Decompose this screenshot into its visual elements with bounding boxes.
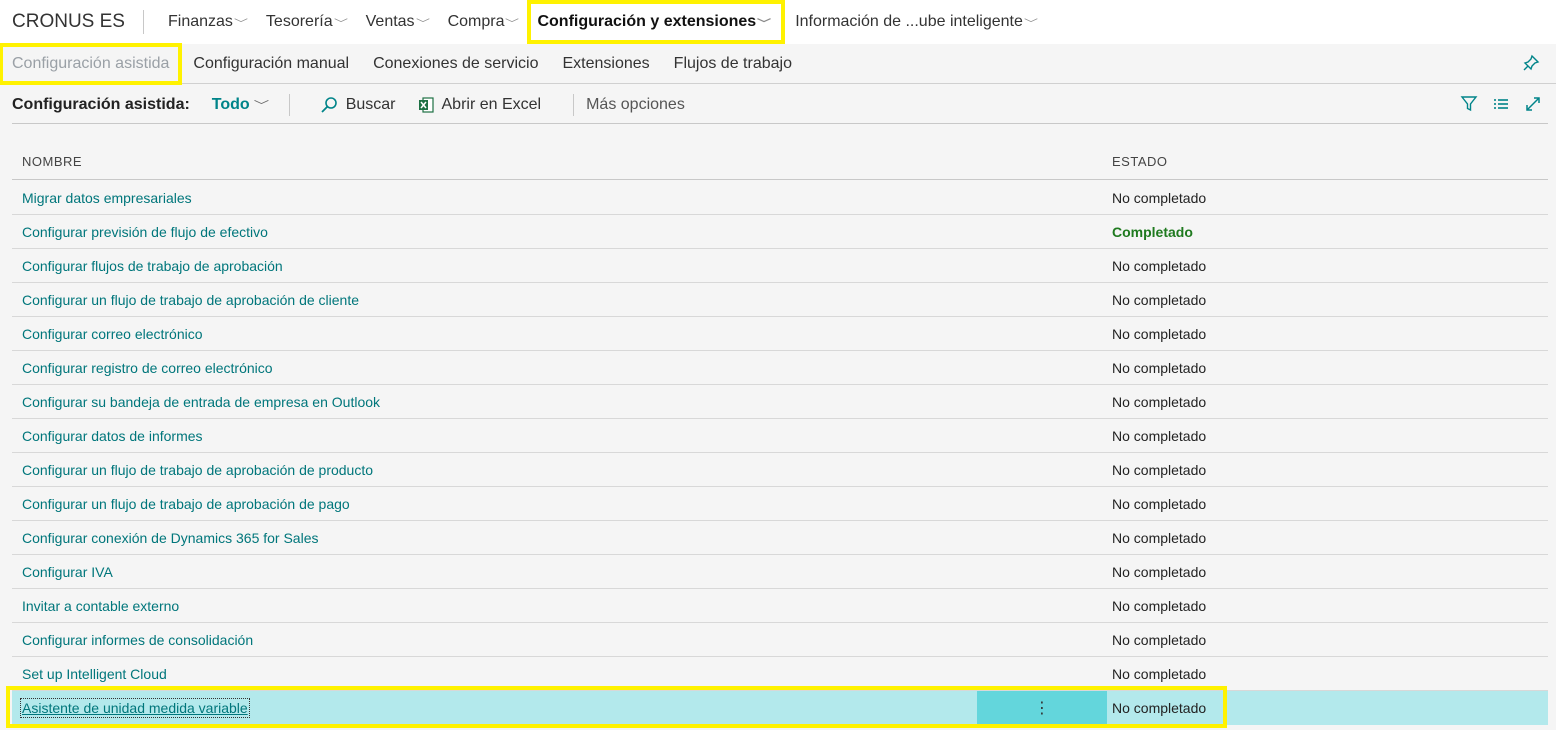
row-status: No completado bbox=[1112, 632, 1207, 648]
divider bbox=[573, 93, 575, 116]
filter-icon[interactable] bbox=[1460, 95, 1478, 113]
row-status: No completado bbox=[1112, 258, 1207, 274]
column-header-status[interactable]: ESTADO bbox=[1112, 154, 1168, 169]
table-row[interactable]: Configurar informes de consolidación No … bbox=[12, 623, 1548, 657]
row-status: No completado bbox=[1112, 598, 1207, 614]
row-status: No completado bbox=[1112, 428, 1207, 444]
table-row[interactable]: Migrar datos empresariales No completado bbox=[12, 181, 1548, 215]
row-name-link[interactable]: Configurar informes de consolidación bbox=[22, 632, 253, 648]
search-button[interactable]: Buscar bbox=[320, 96, 396, 114]
table-row[interactable]: Configurar registro de correo electrónic… bbox=[12, 351, 1548, 385]
table-row[interactable]: Configurar su bandeja de entrada de empr… bbox=[12, 385, 1548, 419]
open-in-excel-button[interactable]: Abrir en Excel bbox=[418, 95, 542, 114]
row-status: Completado bbox=[1112, 224, 1193, 240]
nav-item-informacion-nube[interactable]: Información de ...ube inteligente ﹀ bbox=[785, 0, 1046, 44]
row-name-link[interactable]: Configurar registro de correo electrónic… bbox=[22, 360, 273, 376]
table-row[interactable]: Configurar un flujo de trabajo de aproba… bbox=[12, 453, 1548, 487]
row-status: No completado bbox=[1112, 700, 1207, 716]
row-name-link[interactable]: Configurar un flujo de trabajo de aproba… bbox=[22, 462, 373, 478]
top-navigation-bar: CRONUS ES Finanzas ﹀ Tesorería ﹀ Ventas … bbox=[0, 0, 1556, 44]
row-name-link[interactable]: Configurar previsión de flujo de efectiv… bbox=[22, 224, 268, 240]
row-status: No completado bbox=[1112, 530, 1207, 546]
column-header-name[interactable]: NOMBRE bbox=[22, 154, 82, 169]
table-row[interactable]: Set up Intelligent Cloud No completado bbox=[12, 657, 1548, 691]
row-status: No completado bbox=[1112, 326, 1207, 342]
nav-item-label: Compra bbox=[447, 13, 505, 30]
pin-icon[interactable] bbox=[1522, 54, 1540, 72]
row-status: No completado bbox=[1112, 292, 1207, 308]
nav-item-label: Información de ...ube inteligente bbox=[795, 13, 1023, 30]
nav-item-label: Tesorería bbox=[265, 13, 333, 30]
action-bar: Configuración asistida: Todo ﹀ Buscar Ab… bbox=[12, 86, 1548, 124]
subnav-extensiones[interactable]: Extensiones bbox=[551, 44, 662, 84]
row-name-link[interactable]: Asistente de unidad medida variable bbox=[20, 698, 250, 718]
chevron-down-icon: ﹀ bbox=[253, 99, 269, 112]
row-name-link[interactable]: Configurar flujos de trabajo de aprobaci… bbox=[22, 258, 283, 274]
grid-header: NOMBRE ESTADO bbox=[12, 146, 1548, 180]
table-row[interactable]: Configurar un flujo de trabajo de aproba… bbox=[12, 487, 1548, 521]
view-filter-dropdown[interactable]: Todo ﹀ bbox=[211, 95, 269, 114]
excel-label: Abrir en Excel bbox=[441, 95, 542, 113]
row-name-link[interactable]: Configurar un flujo de trabajo de aproba… bbox=[22, 496, 350, 512]
row-name-link[interactable]: Configurar conexión de Dynamics 365 for … bbox=[22, 530, 319, 546]
chevron-down-icon: ﹀ bbox=[757, 18, 772, 30]
table-row-selected[interactable]: Asistente de unidad medida variable ⋮ No… bbox=[12, 691, 1548, 725]
more-vertical-icon: ⋮ bbox=[1034, 699, 1050, 717]
row-status: No completado bbox=[1112, 666, 1207, 682]
company-name[interactable]: CRONUS ES bbox=[0, 10, 144, 34]
row-name-link[interactable]: Configurar IVA bbox=[22, 564, 113, 580]
row-status: No completado bbox=[1112, 496, 1207, 512]
table-row[interactable]: Configurar IVA No completado bbox=[12, 555, 1548, 589]
sub-navigation-bar: Configuración asistida Configuración man… bbox=[0, 42, 1556, 85]
nav-item-ventas[interactable]: Ventas ﹀ bbox=[356, 0, 438, 44]
row-name-link[interactable]: Set up Intelligent Cloud bbox=[22, 666, 167, 682]
list-view-icon[interactable] bbox=[1492, 95, 1510, 113]
search-icon bbox=[321, 96, 337, 113]
nav-item-label: Configuración y extensiones bbox=[537, 13, 757, 30]
expand-icon[interactable] bbox=[1524, 95, 1542, 113]
row-status: No completado bbox=[1112, 462, 1207, 478]
chevron-down-icon: ﹀ bbox=[505, 18, 520, 30]
table-row[interactable]: Configurar conexión de Dynamics 365 for … bbox=[12, 521, 1548, 555]
table-row[interactable]: Configurar correo electrónico No complet… bbox=[12, 317, 1548, 351]
row-status: No completado bbox=[1112, 394, 1207, 410]
subnav-conexiones-servicio[interactable]: Conexiones de servicio bbox=[361, 44, 550, 84]
view-filter-label: Todo bbox=[211, 95, 250, 113]
excel-icon bbox=[418, 96, 434, 113]
row-name-link[interactable]: Configurar su bandeja de entrada de empr… bbox=[22, 394, 380, 410]
row-status: No completado bbox=[1112, 190, 1207, 206]
nav-item-tesoreria[interactable]: Tesorería ﹀ bbox=[256, 0, 356, 44]
chevron-down-icon: ﹀ bbox=[415, 18, 430, 30]
nav-item-label: Ventas bbox=[365, 13, 415, 30]
chevron-down-icon: ﹀ bbox=[333, 18, 348, 30]
row-name-link[interactable]: Migrar datos empresariales bbox=[22, 190, 192, 206]
nav-item-compra[interactable]: Compra ﹀ bbox=[438, 0, 528, 44]
nav-item-configuracion-extensiones[interactable]: Configuración y extensiones ﹀ bbox=[527, 0, 786, 44]
table-row[interactable]: Invitar a contable externo No completado bbox=[12, 589, 1548, 623]
nav-item-finanzas[interactable]: Finanzas ﹀ bbox=[158, 0, 256, 44]
grid-body: Migrar datos empresariales No completado… bbox=[12, 181, 1548, 725]
page-title: Configuración asistida: bbox=[12, 95, 190, 113]
nav-item-label: Finanzas bbox=[168, 13, 233, 30]
row-status: No completado bbox=[1112, 564, 1207, 580]
row-name-link[interactable]: Configurar un flujo de trabajo de aproba… bbox=[22, 292, 359, 308]
row-actions-menu-button[interactable]: ⋮ bbox=[977, 691, 1107, 724]
subnav-configuracion-manual[interactable]: Configuración manual bbox=[181, 44, 361, 84]
more-options-button[interactable]: Más opciones bbox=[586, 96, 685, 114]
table-row[interactable]: Configurar datos de informes No completa… bbox=[12, 419, 1548, 453]
divider bbox=[288, 93, 290, 116]
action-bar-right-tools bbox=[1460, 95, 1542, 113]
chevron-down-icon: ﹀ bbox=[233, 18, 248, 30]
chevron-down-icon: ﹀ bbox=[1023, 18, 1038, 30]
row-name-link[interactable]: Configurar datos de informes bbox=[22, 428, 203, 444]
subnav-flujos-trabajo[interactable]: Flujos de trabajo bbox=[662, 44, 804, 84]
search-label: Buscar bbox=[345, 95, 396, 113]
table-row[interactable]: Configurar previsión de flujo de efectiv… bbox=[12, 215, 1548, 249]
row-status: No completado bbox=[1112, 360, 1207, 376]
row-name-link[interactable]: Invitar a contable externo bbox=[22, 598, 179, 614]
table-row[interactable]: Configurar flujos de trabajo de aprobaci… bbox=[12, 249, 1548, 283]
row-name-link[interactable]: Configurar correo electrónico bbox=[22, 326, 203, 342]
table-row[interactable]: Configurar un flujo de trabajo de aproba… bbox=[12, 283, 1548, 317]
subnav-configuracion-asistida[interactable]: Configuración asistida bbox=[0, 42, 183, 85]
